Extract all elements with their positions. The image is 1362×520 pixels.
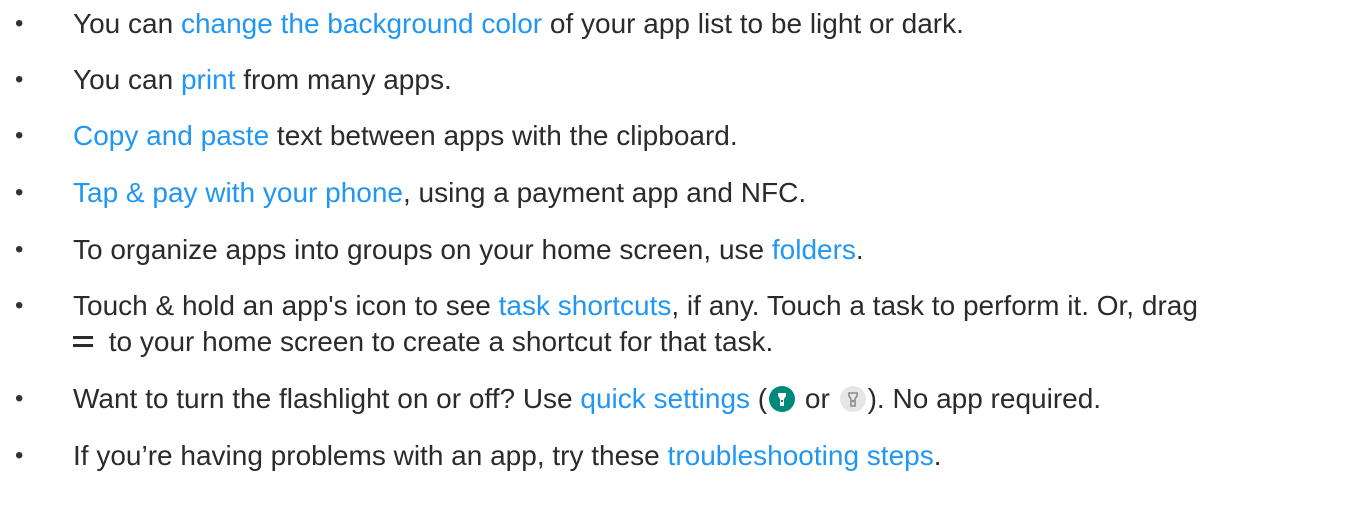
bullet: • — [15, 10, 24, 37]
tip-text: If you’re having problems with an app, t… — [73, 440, 942, 471]
folders-link[interactable]: folders — [772, 234, 856, 265]
tap-and-pay-link[interactable]: Tap & pay with your phone — [73, 177, 403, 208]
flashlight-on-icon — [769, 385, 796, 412]
tip-text: Want to turn the flashlight on or off? U… — [73, 383, 1102, 414]
bullet: • — [15, 292, 24, 319]
flashlight-off-icon — [839, 385, 866, 412]
drag-handle-icon — [73, 336, 93, 348]
bullet: • — [15, 66, 24, 93]
print-link[interactable]: print — [181, 64, 235, 95]
tip-text-continued: to your home screen to create a shortcut… — [73, 324, 773, 360]
tip-text: To organize apps into groups on your hom… — [73, 234, 864, 265]
bullet: • — [15, 385, 24, 412]
bullet: • — [15, 122, 24, 149]
change-background-color-link[interactable]: change the background color — [181, 8, 542, 39]
tip-text: You can print from many apps. — [73, 64, 452, 95]
tip-text: Touch & hold an app's icon to see task s… — [73, 290, 1198, 321]
bullet: • — [15, 179, 24, 206]
tip-text: You can change the background color of y… — [73, 8, 964, 39]
troubleshooting-steps-link[interactable]: troubleshooting steps — [668, 440, 934, 471]
tip-text: Copy and paste text between apps with th… — [73, 120, 738, 151]
copy-and-paste-link[interactable]: Copy and paste — [73, 120, 269, 151]
bullet: • — [15, 236, 24, 263]
quick-settings-link[interactable]: quick settings — [580, 383, 750, 414]
bullet: • — [15, 442, 24, 469]
tip-text: Tap & pay with your phone, using a payme… — [73, 177, 807, 208]
task-shortcuts-link[interactable]: task shortcuts — [499, 290, 672, 321]
